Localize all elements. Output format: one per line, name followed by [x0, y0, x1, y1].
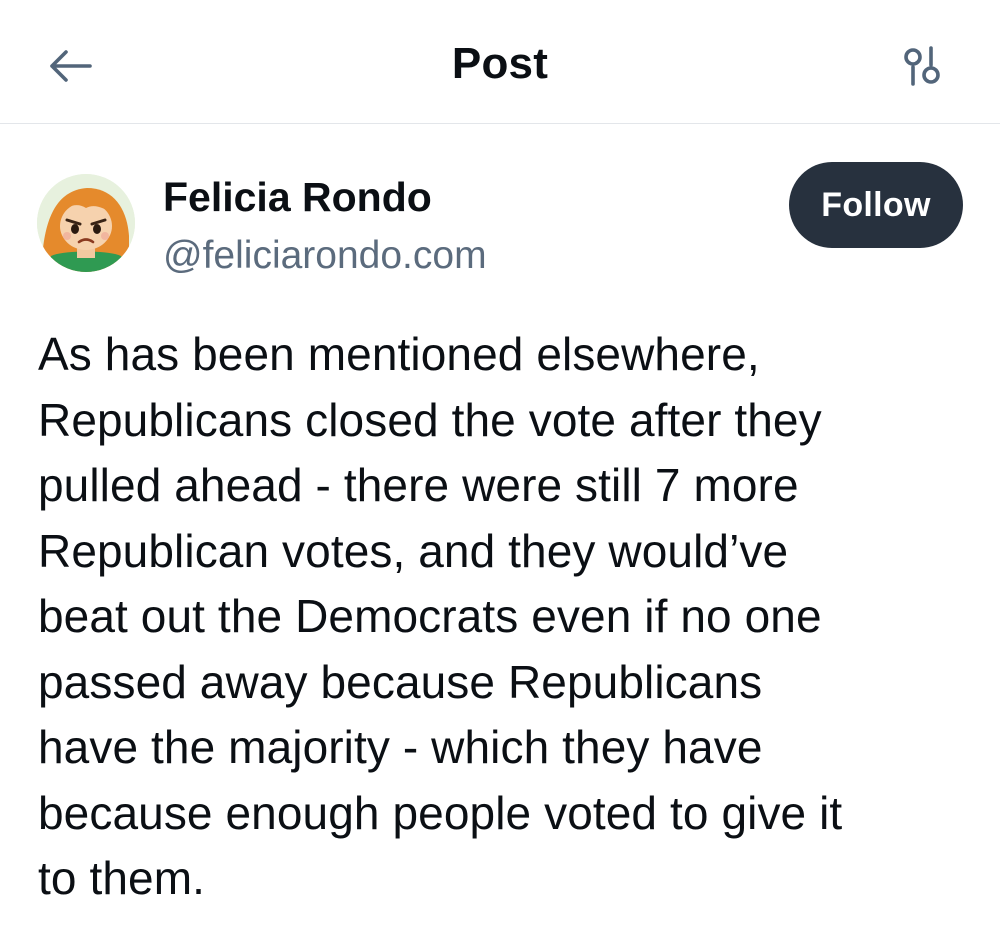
post-line: Republicans closed the vote after they — [38, 393, 822, 446]
follow-button[interactable]: Follow — [789, 162, 963, 248]
author-name[interactable]: Felicia Rondo — [163, 174, 432, 220]
post-body: As has been mentioned elsewhere, Republi… — [38, 322, 968, 912]
post-line: Republican votes, and they would’ve — [38, 524, 789, 577]
post-line: to them. — [38, 852, 205, 904]
post-line: because enough people voted to give it — [38, 786, 843, 839]
sliders-icon — [904, 46, 940, 86]
post-line: As has been mentioned elsewhere, — [38, 328, 760, 380]
top-bar: Post — [0, 0, 1000, 124]
post-line: beat out the Democrats even if no one — [38, 590, 822, 642]
avatar[interactable] — [37, 174, 135, 272]
cartoon-avatar-icon — [37, 174, 135, 272]
author-handle[interactable]: @feliciarondo.com — [163, 234, 487, 278]
options-button[interactable] — [896, 40, 948, 92]
post-author: Felicia Rondo @feliciarondo.com Follow — [0, 124, 1000, 304]
post-line: have the majority - which they have — [38, 721, 763, 773]
post-line: pulled ahead - there were still 7 more — [38, 459, 799, 511]
post-line: passed away because Republicans — [38, 655, 763, 708]
page-title: Post — [451, 39, 549, 88]
